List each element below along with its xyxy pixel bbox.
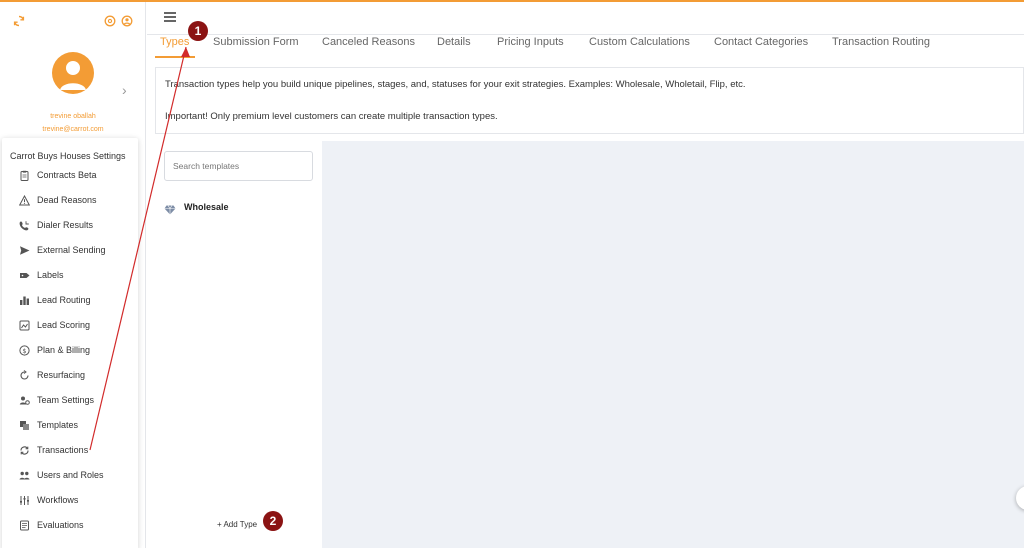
sidebar-item-external-sending[interactable]: External Sending bbox=[2, 239, 138, 261]
sidebar-item-dialer-results[interactable]: Dialer Results bbox=[2, 214, 138, 236]
sync-icon[interactable] bbox=[12, 14, 26, 28]
avatar[interactable] bbox=[52, 52, 94, 94]
evaluations-icon bbox=[18, 519, 30, 531]
type-detail-area bbox=[322, 141, 1024, 548]
chevron-right-icon[interactable]: › bbox=[122, 82, 127, 98]
info-premium-notice: Important! Only premium level customers … bbox=[165, 111, 498, 122]
annotation-badge-2: 2 bbox=[263, 511, 283, 531]
sidebar: › trevine oballah trevine@carrot.com Car… bbox=[0, 2, 146, 548]
tab-details[interactable]: Details bbox=[437, 36, 471, 48]
phone-icon bbox=[18, 219, 30, 231]
sidebar-item-plan-billing[interactable]: $ Plan & Billing bbox=[2, 339, 138, 361]
tab-contact-categories[interactable]: Contact Categories bbox=[714, 36, 808, 48]
tab-transaction-routing[interactable]: Transaction Routing bbox=[832, 36, 930, 48]
diamond-icon bbox=[164, 202, 176, 215]
clipboard-icon bbox=[18, 169, 30, 181]
sidebar-item-dead-reasons[interactable]: Dead Reasons bbox=[2, 189, 138, 211]
bar-chart-icon bbox=[18, 294, 30, 306]
annotation-badge-1: 1 bbox=[188, 21, 208, 41]
team-icon bbox=[18, 394, 30, 406]
sidebar-item-workflows[interactable]: Workflows bbox=[2, 489, 138, 511]
tab-bar: Types Submission Form Canceled Reasons D… bbox=[147, 33, 1024, 55]
tab-submission-form[interactable]: Submission Form bbox=[213, 36, 299, 48]
person-icon bbox=[60, 61, 86, 90]
info-description: Transaction types help you build unique … bbox=[165, 79, 746, 90]
tab-canceled-reasons[interactable]: Canceled Reasons bbox=[322, 36, 415, 48]
sidebar-item-lead-routing[interactable]: Lead Routing bbox=[2, 289, 138, 311]
sidebar-item-team-settings[interactable]: Team Settings bbox=[2, 389, 138, 411]
add-type-button[interactable]: + Add Type bbox=[217, 520, 257, 529]
sidebar-item-resurfacing[interactable]: Resurfacing bbox=[2, 364, 138, 386]
sidebar-item-transactions[interactable]: Transactions bbox=[2, 439, 138, 461]
help-icon[interactable] bbox=[103, 14, 117, 28]
sidebar-item-users-roles[interactable]: Users and Roles bbox=[2, 464, 138, 486]
sidebar-item-templates[interactable]: Templates bbox=[2, 414, 138, 436]
sidebar-item-contracts[interactable]: Contracts Beta bbox=[2, 164, 138, 186]
user-name: trevine oballah bbox=[50, 113, 96, 120]
scoring-icon bbox=[18, 319, 30, 331]
workflow-icon bbox=[18, 494, 30, 506]
send-icon bbox=[18, 244, 30, 256]
sidebar-item-lead-scoring[interactable]: Lead Scoring bbox=[2, 314, 138, 336]
search-templates-input[interactable] bbox=[164, 151, 313, 181]
active-tab-indicator bbox=[155, 56, 195, 58]
svg-text:$: $ bbox=[22, 347, 26, 355]
info-box: Transaction types help you build unique … bbox=[155, 67, 1024, 134]
tab-pricing-inputs[interactable]: Pricing Inputs bbox=[497, 36, 564, 48]
dollar-icon: $ bbox=[18, 344, 30, 356]
hamburger-menu-icon[interactable] bbox=[164, 12, 176, 22]
transactions-icon bbox=[18, 444, 30, 456]
label-icon bbox=[18, 269, 30, 281]
sidebar-item-evaluations[interactable]: Evaluations bbox=[2, 514, 138, 536]
users-icon bbox=[18, 469, 30, 481]
settings-menu: Carrot Buys Houses Settings Contracts Be… bbox=[2, 138, 138, 548]
warning-icon bbox=[18, 194, 30, 206]
template-item-wholesale[interactable]: Wholesale bbox=[164, 202, 229, 215]
tab-custom-calculations[interactable]: Custom Calculations bbox=[589, 36, 690, 48]
refresh-icon bbox=[18, 369, 30, 381]
templates-icon bbox=[18, 419, 30, 431]
account-icon[interactable] bbox=[120, 14, 134, 28]
templates-panel: Wholesale + Add Type bbox=[155, 141, 321, 548]
accent-top-border bbox=[0, 0, 1024, 2]
sidebar-item-labels[interactable]: Labels bbox=[2, 264, 138, 286]
user-email: trevine@carrot.com bbox=[42, 126, 104, 133]
tab-types[interactable]: Types bbox=[160, 36, 189, 48]
settings-title: Carrot Buys Houses Settings bbox=[10, 151, 126, 161]
